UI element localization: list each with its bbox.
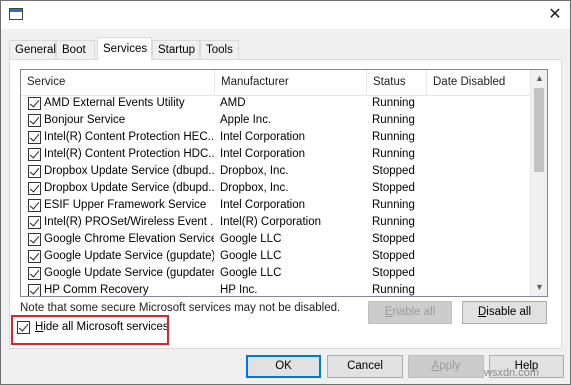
title-bar[interactable] bbox=[1, 1, 570, 29]
disable-all-button[interactable]: Disable all bbox=[462, 301, 547, 324]
table-row[interactable]: Bonjour Service Apple Inc. Running bbox=[21, 112, 531, 129]
table-row[interactable]: Google Update Service (gupdatem) Google L… bbox=[21, 265, 531, 282]
service-manufacturer: Intel Corporation bbox=[220, 148, 306, 160]
service-status: Stopped bbox=[372, 250, 415, 262]
service-name: Intel(R) PROSet/Wireless Event ... bbox=[44, 216, 214, 228]
service-name: Dropbox Update Service (dbupd... bbox=[44, 182, 214, 194]
table-row[interactable]: Intel(R) Content Protection HDC... Intel … bbox=[21, 146, 531, 163]
service-name: Bonjour Service bbox=[44, 114, 126, 126]
service-manufacturer: Dropbox, Inc. bbox=[220, 165, 289, 177]
table-row[interactable]: Google Update Service (gupdate) Google LL… bbox=[21, 248, 531, 265]
service-status: Running bbox=[372, 199, 415, 211]
apply-button[interactable]: Apply bbox=[408, 355, 484, 378]
service-checkbox[interactable] bbox=[28, 233, 41, 246]
table-row[interactable]: Dropbox Update Service (dbupd... Dropbox,… bbox=[21, 180, 531, 197]
service-status: Running bbox=[372, 284, 415, 296]
service-name: Google Update Service (gupdate) bbox=[44, 250, 214, 262]
service-manufacturer: Intel(R) Corporation bbox=[220, 216, 321, 228]
service-status: Stopped bbox=[372, 182, 415, 194]
ok-button[interactable]: OK bbox=[246, 355, 321, 378]
watermark: wsxdn.com bbox=[484, 367, 540, 379]
service-checkbox[interactable] bbox=[28, 182, 41, 195]
service-name: Intel(R) Content Protection HDC... bbox=[44, 148, 214, 160]
service-checkbox[interactable] bbox=[28, 148, 41, 161]
service-name: Google Update Service (gupdatem) bbox=[44, 267, 214, 279]
table-row[interactable]: Intel(R) Content Protection HEC... Intel … bbox=[21, 129, 531, 146]
service-manufacturer: Intel Corporation bbox=[220, 199, 306, 211]
close-button[interactable]: ✕ bbox=[540, 1, 570, 29]
service-checkbox[interactable] bbox=[28, 165, 41, 178]
column-header-manufacturer[interactable]: Manufacturer bbox=[215, 70, 367, 95]
service-checkbox[interactable] bbox=[28, 97, 41, 110]
tab-tools[interactable]: Tools bbox=[200, 40, 239, 59]
system-configuration-app-icon bbox=[9, 8, 23, 20]
service-name: HP Comm Recovery bbox=[44, 284, 149, 296]
service-status: Running bbox=[372, 97, 415, 109]
service-checkbox[interactable] bbox=[28, 131, 41, 144]
column-header-status[interactable]: Status bbox=[367, 70, 427, 95]
service-manufacturer: Google LLC bbox=[220, 250, 282, 262]
service-status: Running bbox=[372, 131, 415, 143]
service-checkbox[interactable] bbox=[28, 114, 41, 127]
service-manufacturer: Intel Corporation bbox=[220, 131, 306, 143]
table-row[interactable]: ESIF Upper Framework Service Intel Corpor… bbox=[21, 197, 531, 214]
service-checkbox[interactable] bbox=[28, 216, 41, 229]
tab-services[interactable]: Services bbox=[97, 37, 152, 60]
table-row[interactable]: Google Chrome Elevation Service Google LL… bbox=[21, 231, 531, 248]
tab-startup[interactable]: Startup bbox=[152, 40, 200, 59]
table-row[interactable]: AMD External Events Utility AMD Running bbox=[21, 95, 531, 112]
service-status: Stopped bbox=[372, 267, 415, 279]
vertical-scrollbar[interactable]: ▲ ▼ bbox=[530, 70, 547, 296]
service-checkbox[interactable] bbox=[28, 199, 41, 212]
scroll-up-arrow-icon[interactable]: ▲ bbox=[531, 70, 547, 87]
service-checkbox[interactable] bbox=[28, 250, 41, 263]
service-status: Running bbox=[372, 148, 415, 160]
column-header-service[interactable]: Service bbox=[21, 70, 215, 95]
service-name: ESIF Upper Framework Service bbox=[44, 199, 207, 211]
service-status: Running bbox=[372, 114, 415, 126]
service-checkbox[interactable] bbox=[28, 267, 41, 280]
list-header: Service Manufacturer Status Date Disable… bbox=[21, 70, 531, 96]
table-row[interactable]: Intel(R) PROSet/Wireless Event ... Intel(… bbox=[21, 214, 531, 231]
services-list[interactable]: Service Manufacturer Status Date Disable… bbox=[20, 69, 548, 297]
column-header-date-disabled[interactable]: Date Disabled bbox=[427, 70, 531, 95]
service-manufacturer: HP Inc. bbox=[220, 284, 258, 296]
highlight-box bbox=[11, 315, 169, 345]
service-name: Dropbox Update Service (dbupd... bbox=[44, 165, 214, 177]
service-checkbox[interactable] bbox=[28, 284, 41, 296]
scroll-down-arrow-icon[interactable]: ▼ bbox=[531, 279, 547, 296]
service-manufacturer: AMD bbox=[220, 97, 246, 109]
service-name: Intel(R) Content Protection HEC... bbox=[44, 131, 214, 143]
service-status: Stopped bbox=[372, 165, 415, 177]
service-manufacturer: Google LLC bbox=[220, 267, 282, 279]
table-row[interactable]: Dropbox Update Service (dbupd... Dropbox,… bbox=[21, 163, 531, 180]
service-manufacturer: Google LLC bbox=[220, 233, 282, 245]
scrollbar-thumb[interactable] bbox=[534, 88, 544, 172]
service-status: Running bbox=[372, 216, 415, 228]
service-name: AMD External Events Utility bbox=[44, 97, 185, 109]
secure-services-note: Note that some secure Microsoft services… bbox=[20, 302, 341, 314]
table-row[interactable]: HP Comm Recovery HP Inc. Running bbox=[21, 282, 531, 296]
cancel-button[interactable]: Cancel bbox=[327, 355, 403, 378]
enable-all-button[interactable]: Enable all bbox=[368, 301, 452, 324]
service-status: Stopped bbox=[372, 233, 415, 245]
tab-general[interactable]: General bbox=[9, 40, 56, 59]
tab-boot[interactable]: Boot bbox=[56, 40, 95, 59]
service-manufacturer: Apple Inc. bbox=[220, 114, 272, 126]
service-manufacturer: Dropbox, Inc. bbox=[220, 182, 289, 194]
service-name: Google Chrome Elevation Service bbox=[44, 233, 214, 245]
